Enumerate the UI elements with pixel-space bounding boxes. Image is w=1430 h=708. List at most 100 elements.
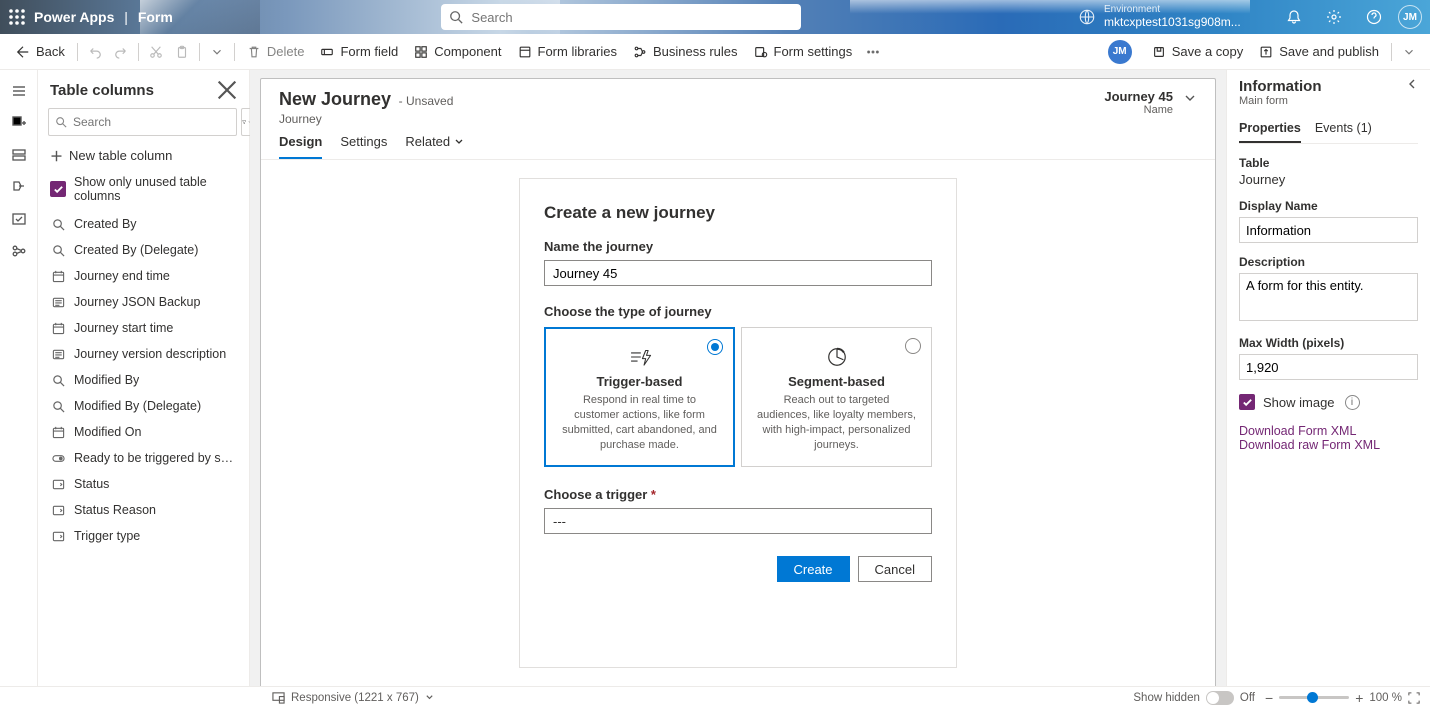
global-search-input[interactable] xyxy=(469,9,793,26)
tab-settings[interactable]: Settings xyxy=(340,134,387,159)
column-item[interactable]: Status Reason xyxy=(44,497,243,523)
column-item[interactable]: Created By xyxy=(44,211,243,237)
column-item[interactable]: Modified By (Delegate) xyxy=(44,393,243,419)
global-search[interactable] xyxy=(441,4,801,30)
zoom-control[interactable]: − + 100 % xyxy=(1265,690,1420,706)
journey-name-input[interactable] xyxy=(544,260,932,286)
save-copy-label: Save a copy xyxy=(1172,44,1244,59)
type-option-trigger[interactable]: Trigger-based Respond in real time to cu… xyxy=(544,327,735,467)
form-field-label: Form field xyxy=(340,44,398,59)
settings-button[interactable] xyxy=(1318,1,1350,33)
text-icon xyxy=(50,294,66,310)
column-item[interactable]: Trigger type xyxy=(44,523,243,549)
show-only-unused-toggle[interactable]: Show only unused table columns xyxy=(38,171,249,211)
rail-hamburger[interactable] xyxy=(3,76,35,106)
card-title: Create a new journey xyxy=(544,203,932,223)
chevron-down-icon[interactable] xyxy=(204,34,230,70)
optionset-icon xyxy=(50,476,66,492)
datetime-icon xyxy=(50,268,66,284)
column-item[interactable]: Ready to be triggered by segment r... xyxy=(44,445,243,471)
column-item[interactable]: Status xyxy=(44,471,243,497)
overflow-button[interactable] xyxy=(860,34,886,70)
info-icon[interactable]: i xyxy=(1345,395,1360,410)
new-column-button[interactable]: ＋ New table column xyxy=(38,140,249,171)
prop-display-input[interactable] xyxy=(1239,217,1418,243)
back-button[interactable]: Back xyxy=(8,34,73,70)
zoom-in-button[interactable]: + xyxy=(1355,690,1363,706)
columns-search-input[interactable] xyxy=(71,114,230,130)
user-avatar[interactable]: JM xyxy=(1398,5,1422,29)
column-item[interactable]: Modified By xyxy=(44,367,243,393)
properties-expand-button[interactable] xyxy=(1406,78,1418,93)
prop-maxw-input[interactable] xyxy=(1239,354,1418,380)
prop-maxw-label: Max Width (pixels) xyxy=(1239,336,1418,350)
paste-button[interactable] xyxy=(169,34,195,70)
type-option-segment[interactable]: Segment-based Reach out to targeted audi… xyxy=(741,327,932,467)
rail-tree[interactable] xyxy=(3,172,35,202)
close-panel-button[interactable] xyxy=(217,80,237,100)
column-item[interactable]: Journey JSON Backup xyxy=(44,289,243,315)
create-button[interactable]: Create xyxy=(777,556,850,582)
tab-design[interactable]: Design xyxy=(279,134,322,159)
choose-trigger-value: --- xyxy=(553,514,566,529)
notifications-button[interactable] xyxy=(1278,1,1310,33)
column-item-label: Journey version description xyxy=(74,347,226,361)
save-publish-button[interactable]: Save and publish xyxy=(1251,34,1387,70)
column-item[interactable]: Journey start time xyxy=(44,315,243,341)
cancel-button[interactable]: Cancel xyxy=(858,556,932,582)
tab-related[interactable]: Related xyxy=(405,134,464,159)
show-only-label: Show only unused table columns xyxy=(74,175,237,203)
column-item-label: Status xyxy=(74,477,109,491)
undo-button[interactable] xyxy=(82,34,108,70)
show-hidden-toggle[interactable]: Show hidden Off xyxy=(1133,691,1255,705)
column-item-label: Created By xyxy=(74,217,137,231)
show-image-toggle[interactable]: Show image i xyxy=(1239,394,1418,410)
command-bar: Back Delete Form field Component Form li… xyxy=(0,34,1430,70)
zoom-out-button[interactable]: − xyxy=(1265,690,1273,706)
prop-table-value: Journey xyxy=(1239,172,1418,187)
app-header: Power Apps | Form Environment mktcxptest… xyxy=(0,0,1430,34)
form-settings-button[interactable]: Form settings xyxy=(746,34,861,70)
fit-screen-icon[interactable] xyxy=(1408,692,1420,704)
form-field-button[interactable]: Form field xyxy=(312,34,406,70)
rail-add[interactable] xyxy=(3,108,35,138)
tab-events[interactable]: Events (1) xyxy=(1315,115,1372,143)
rail-connections[interactable] xyxy=(3,236,35,266)
zoom-slider[interactable] xyxy=(1279,696,1349,699)
choose-trigger-select[interactable]: --- xyxy=(544,508,932,534)
download-raw-form-xml-link[interactable]: Download raw Form XML xyxy=(1239,438,1418,452)
redo-button[interactable] xyxy=(108,34,134,70)
responsive-indicator[interactable]: Responsive (1221 x 767) xyxy=(272,691,434,704)
column-item[interactable]: Journey version description xyxy=(44,341,243,367)
column-item-label: Journey end time xyxy=(74,269,170,283)
form-libraries-button[interactable]: Form libraries xyxy=(510,34,625,70)
column-item-label: Status Reason xyxy=(74,503,156,517)
optionset-icon xyxy=(50,528,66,544)
columns-search[interactable] xyxy=(48,108,237,136)
help-button[interactable] xyxy=(1358,1,1390,33)
component-button[interactable]: Component xyxy=(406,34,509,70)
save-publish-dropdown[interactable] xyxy=(1396,34,1422,70)
delete-button[interactable]: Delete xyxy=(239,34,313,70)
column-item[interactable]: Created By (Delegate) xyxy=(44,237,243,263)
save-copy-button[interactable]: Save a copy xyxy=(1144,34,1252,70)
datetime-icon xyxy=(50,320,66,336)
app-name[interactable]: Power Apps xyxy=(34,9,114,25)
app-launcher-button[interactable] xyxy=(0,0,34,34)
column-item[interactable]: Journey end time xyxy=(44,263,243,289)
cut-button[interactable] xyxy=(143,34,169,70)
show-image-label: Show image xyxy=(1263,395,1335,410)
tab-properties[interactable]: Properties xyxy=(1239,115,1301,143)
prop-desc-input[interactable] xyxy=(1239,273,1418,321)
download-form-xml-link[interactable]: Download Form XML xyxy=(1239,424,1418,438)
business-rules-button[interactable]: Business rules xyxy=(625,34,746,70)
environment-picker[interactable]: Environment mktcxptest1031sg908m... xyxy=(1070,5,1270,28)
table-columns-panel: Table columns ＋ New table column Show on… xyxy=(38,70,250,686)
check-icon xyxy=(50,181,66,197)
rail-form-fields[interactable] xyxy=(3,140,35,170)
column-item[interactable]: Modified On xyxy=(44,419,243,445)
header-collapse-button[interactable] xyxy=(1183,89,1197,108)
editor-avatar[interactable]: JM xyxy=(1108,40,1132,64)
rail-data[interactable] xyxy=(3,204,35,234)
properties-title: Information xyxy=(1239,78,1322,95)
